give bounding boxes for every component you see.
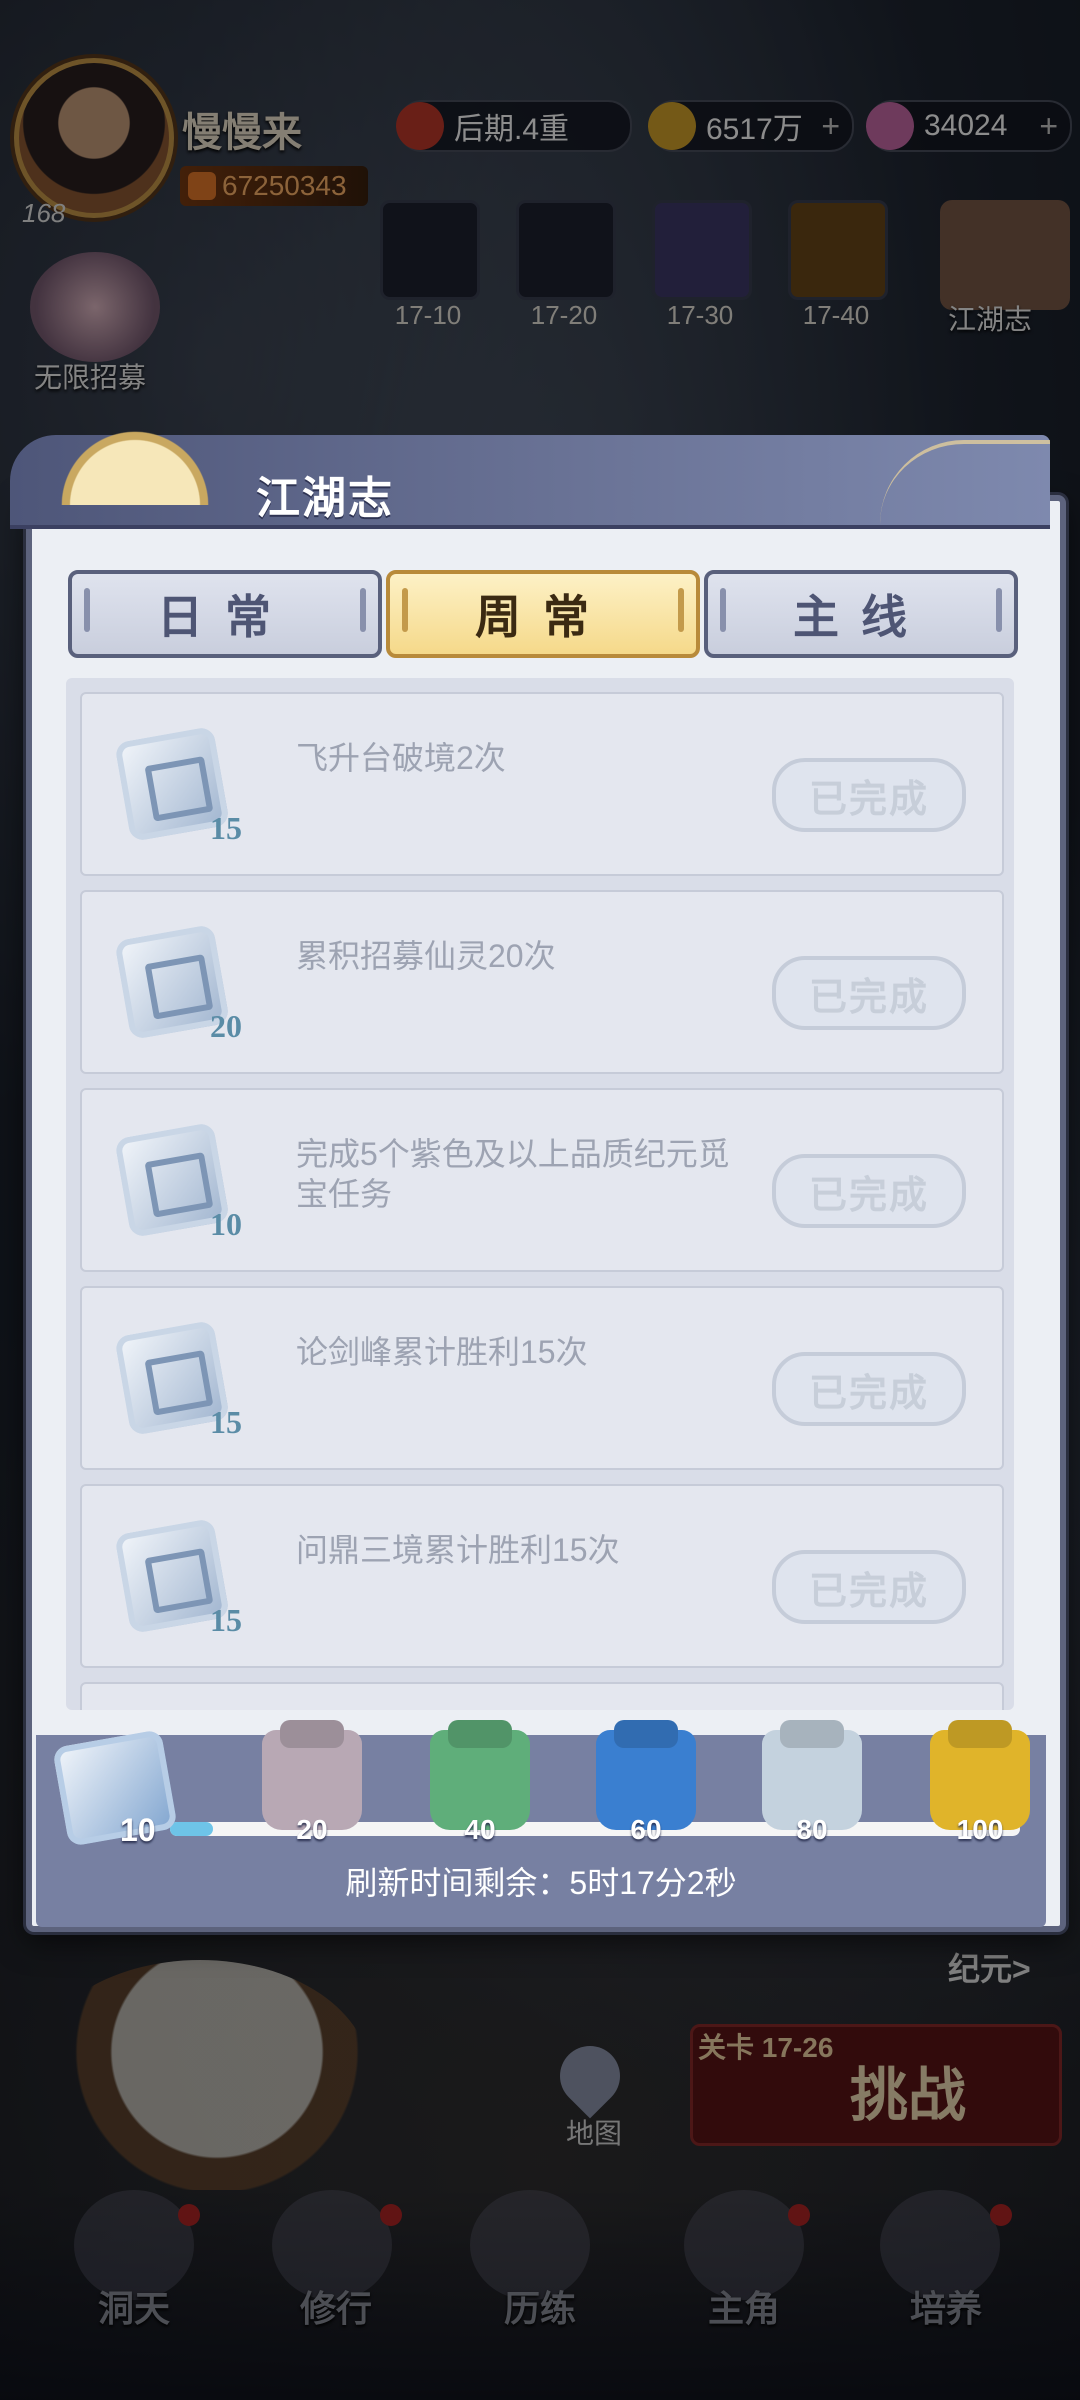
task-title: 完成5个紫色及以上品质纪元觅宝任务 <box>296 1136 730 1212</box>
reward-count: 15 <box>210 810 242 846</box>
progress-fill <box>170 1822 213 1836</box>
reward-count: 10 <box>210 1206 242 1242</box>
task-title: 论剑峰累计胜利15次 <box>296 1334 588 1370</box>
weekly-points-icon <box>52 1729 178 1847</box>
completed-button[interactable]: 已完成 <box>772 956 966 1030</box>
task-card-partial <box>80 1682 1004 1710</box>
task-title: 问鼎三境累计胜利15次 <box>296 1532 620 1568</box>
completed-button[interactable]: 已完成 <box>772 758 966 832</box>
task-card: 10 完成5个紫色及以上品质纪元觅宝任务 已完成 <box>80 1088 1004 1272</box>
chest-threshold-100: 100 <box>956 1814 1004 1845</box>
tab-weekly[interactable]: 周常 <box>386 570 700 658</box>
task-card: 15 飞升台破境2次 已完成 <box>80 692 1004 876</box>
task-card: 15 论剑峰累计胜利15次 已完成 <box>80 1286 1004 1470</box>
tab-main[interactable]: 主线 <box>704 570 1018 658</box>
reward-count: 15 <box>210 1602 242 1638</box>
panel-title: 江湖志 <box>256 474 394 523</box>
task-card: 15 问鼎三境累计胜利15次 已完成 <box>80 1484 1004 1668</box>
task-title: 累积招募仙灵20次 <box>296 938 556 974</box>
task-card: 20 累积招募仙灵20次 已完成 <box>80 890 1004 1074</box>
tab-daily[interactable]: 日常 <box>68 570 382 658</box>
completed-button[interactable]: 已完成 <box>772 1352 966 1426</box>
weekly-points-value: 10 <box>120 1812 156 1848</box>
completed-button[interactable]: 已完成 <box>772 1550 966 1624</box>
reward-count: 15 <box>210 1404 242 1440</box>
task-title: 飞升台破境2次 <box>296 740 506 776</box>
chest-threshold-80: 80 <box>796 1814 828 1845</box>
task-list[interactable]: 15 飞升台破境2次 已完成 20 累积招募仙灵20次 已完成 10 完成5个紫… <box>66 678 1014 1710</box>
chest-threshold-40: 40 <box>464 1814 496 1845</box>
chest-threshold-20: 20 <box>296 1814 328 1845</box>
refresh-timer: 刷新时间剩余：5时17分2秒 <box>345 1865 737 1901</box>
completed-button[interactable]: 已完成 <box>772 1154 966 1228</box>
chest-threshold-60: 60 <box>630 1814 662 1845</box>
reward-count: 20 <box>210 1008 242 1044</box>
